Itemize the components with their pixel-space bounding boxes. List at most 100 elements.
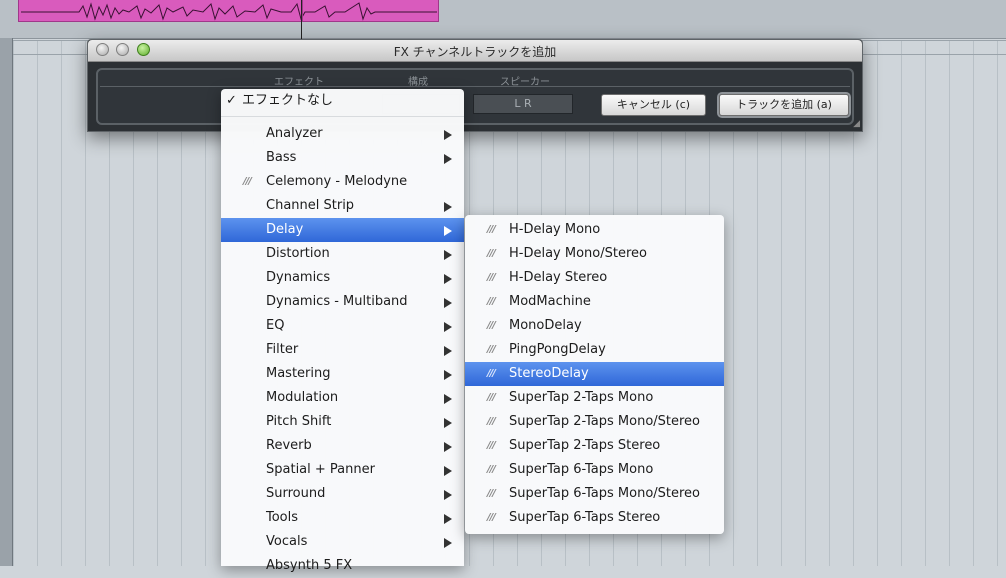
plugin-icon: /// bbox=[243, 176, 252, 187]
menu-item-label: エフェクトなし bbox=[242, 93, 334, 108]
menu-item-plugin[interactable]: /// SuperTap 6-Taps Mono/Stereo bbox=[465, 482, 724, 506]
menu-item-label: PingPongDelay bbox=[509, 342, 606, 357]
plugin-icon: /// bbox=[487, 272, 496, 283]
menu-item-plugin[interactable]: /// ModMachine bbox=[465, 290, 724, 314]
menu-item-category[interactable]: Modulation bbox=[221, 386, 464, 410]
menu-item-category[interactable]: Dynamics - Multiband bbox=[221, 290, 464, 314]
speaker-select[interactable]: L R bbox=[473, 94, 573, 114]
menu-item-label: SuperTap 6-Taps Stereo bbox=[509, 510, 661, 525]
plugin-icon: /// bbox=[487, 464, 496, 475]
menu-item-label: SuperTap 2-Taps Stereo bbox=[509, 438, 661, 453]
menu-item-label: Reverb bbox=[266, 438, 312, 453]
grid-line bbox=[901, 40, 902, 566]
plugin-icon: /// bbox=[487, 440, 496, 451]
menu-item-label: Vocals bbox=[266, 534, 308, 549]
menu-item-category[interactable]: Tools bbox=[221, 506, 464, 530]
delay-submenu: ///H-Delay Mono///H-Delay Mono/Stereo///… bbox=[465, 215, 724, 534]
menu-item-category[interactable]: Celemony - Melodyne /// bbox=[221, 170, 464, 194]
submenu-arrow-icon bbox=[444, 538, 452, 548]
plugin-icon: /// bbox=[487, 368, 496, 379]
menu-item-category[interactable]: Spatial + Panner bbox=[221, 458, 464, 482]
menu-item-label: SuperTap 6-Taps Mono bbox=[509, 462, 654, 477]
grid-line bbox=[997, 40, 998, 566]
menu-item-label: Dynamics - Multiband bbox=[266, 294, 408, 309]
menu-item-category[interactable]: EQ bbox=[221, 314, 464, 338]
menu-item-label: EQ bbox=[266, 318, 285, 333]
submenu-arrow-icon bbox=[444, 394, 452, 404]
menu-item-category[interactable]: Reverb bbox=[221, 434, 464, 458]
effect-menu: ✓ エフェクトなし Analyzer Bass Celemony - Melodyn… bbox=[221, 89, 464, 573]
submenu-arrow-icon bbox=[444, 442, 452, 452]
menu-item-category[interactable]: Vocals bbox=[221, 530, 464, 554]
menu-item-label: Surround bbox=[266, 486, 326, 501]
plugin-icon: /// bbox=[487, 224, 496, 235]
menu-item-category[interactable]: Delay bbox=[221, 218, 464, 242]
grid-line bbox=[877, 40, 878, 566]
panel-divider bbox=[100, 86, 850, 87]
menu-item-label: Absynth 5 FX bbox=[266, 558, 353, 573]
menu-item-plugin[interactable]: /// SuperTap 6-Taps Stereo bbox=[465, 506, 724, 530]
grid-line bbox=[949, 40, 950, 566]
resize-grip-icon[interactable]: ◢ bbox=[853, 119, 860, 129]
plugin-icon: /// bbox=[487, 320, 496, 331]
dialog-panel: エフェクト 構成 スピーカー L R キャンセル (c) トラックを追加 (a) bbox=[96, 68, 854, 125]
menu-item-category[interactable]: Surround bbox=[221, 482, 464, 506]
menu-item-category[interactable]: Filter bbox=[221, 338, 464, 362]
submenu-arrow-icon bbox=[444, 514, 452, 524]
plugin-icon: /// bbox=[487, 344, 496, 355]
checkmark-icon: ✓ bbox=[226, 93, 237, 108]
menu-item-label: H-Delay Stereo bbox=[509, 270, 608, 285]
menu-item-plugin[interactable]: /// StereoDelay bbox=[465, 362, 724, 386]
menu-item-category[interactable]: Channel Strip bbox=[221, 194, 464, 218]
grid-line bbox=[13, 40, 14, 566]
menu-item-category[interactable]: Distortion bbox=[221, 242, 464, 266]
menu-item-plugin[interactable]: /// SuperTap 2-Taps Stereo bbox=[465, 434, 724, 458]
cancel-button[interactable]: キャンセル (c) bbox=[601, 94, 706, 116]
menu-item-category[interactable]: Dynamics bbox=[221, 266, 464, 290]
track-list-edge bbox=[0, 38, 13, 566]
menu-item-plugin[interactable]: /// H-Delay Stereo bbox=[465, 266, 724, 290]
plugin-icon: /// bbox=[487, 512, 496, 523]
menu-item-label: SuperTap 6-Taps Mono/Stereo bbox=[509, 486, 701, 501]
project-cursor[interactable] bbox=[301, 0, 302, 40]
menu-item-plugin[interactable]: /// SuperTap 2-Taps Mono bbox=[465, 386, 724, 410]
grid-line bbox=[925, 40, 926, 566]
plugin-icon: /// bbox=[487, 248, 496, 259]
menu-item-plugin[interactable]: /// PingPongDelay bbox=[465, 338, 724, 362]
menu-item-plugin[interactable]: /// H-Delay Mono/Stereo bbox=[465, 242, 724, 266]
menu-item-category[interactable]: Bass bbox=[221, 146, 464, 170]
menu-item-label: ModMachine bbox=[509, 294, 591, 309]
submenu-arrow-icon bbox=[444, 418, 452, 428]
menu-item-label: Modulation bbox=[266, 390, 339, 405]
add-track-button[interactable]: トラックを追加 (a) bbox=[719, 94, 849, 116]
event-divider bbox=[302, 0, 303, 22]
grid-line bbox=[37, 40, 38, 566]
menu-item-category[interactable]: Mastering bbox=[221, 362, 464, 386]
menu-item-label: Pitch Shift bbox=[266, 414, 332, 429]
plugin-icon: /// bbox=[487, 296, 496, 307]
menu-item-category[interactable]: Absynth 5 FX bbox=[221, 554, 464, 578]
menu-item-label: Channel Strip bbox=[266, 198, 355, 213]
menu-item-label: Mastering bbox=[266, 366, 331, 381]
menu-item-plugin[interactable]: /// MonoDelay bbox=[465, 314, 724, 338]
menu-item-category[interactable]: Analyzer bbox=[221, 122, 464, 146]
submenu-arrow-icon bbox=[444, 370, 452, 380]
menu-item-no-effect[interactable]: ✓ エフェクトなし bbox=[221, 89, 464, 113]
submenu-arrow-icon bbox=[444, 322, 452, 332]
submenu-arrow-icon bbox=[444, 154, 452, 164]
dialog-titlebar[interactable]: FX チャンネルトラックを追加 bbox=[88, 40, 862, 62]
audio-event[interactable] bbox=[18, 0, 439, 22]
menu-item-plugin[interactable]: /// SuperTap 2-Taps Mono/Stereo bbox=[465, 410, 724, 434]
submenu-arrow-icon bbox=[444, 298, 452, 308]
grid-line bbox=[61, 40, 62, 566]
submenu-arrow-icon bbox=[444, 490, 452, 500]
menu-item-label: H-Delay Mono bbox=[509, 222, 601, 237]
menu-item-category[interactable]: Pitch Shift bbox=[221, 410, 464, 434]
menu-item-plugin[interactable]: /// H-Delay Mono bbox=[465, 218, 724, 242]
menu-item-label: Dynamics bbox=[266, 270, 331, 285]
menu-item-label: Distortion bbox=[266, 246, 330, 261]
menu-separator bbox=[221, 116, 464, 117]
menu-item-plugin[interactable]: /// SuperTap 6-Taps Mono bbox=[465, 458, 724, 482]
add-fx-channel-dialog: FX チャンネルトラックを追加 エフェクト 構成 スピーカー L R キャンセル… bbox=[87, 39, 863, 132]
menu-item-label: Analyzer bbox=[266, 126, 323, 141]
